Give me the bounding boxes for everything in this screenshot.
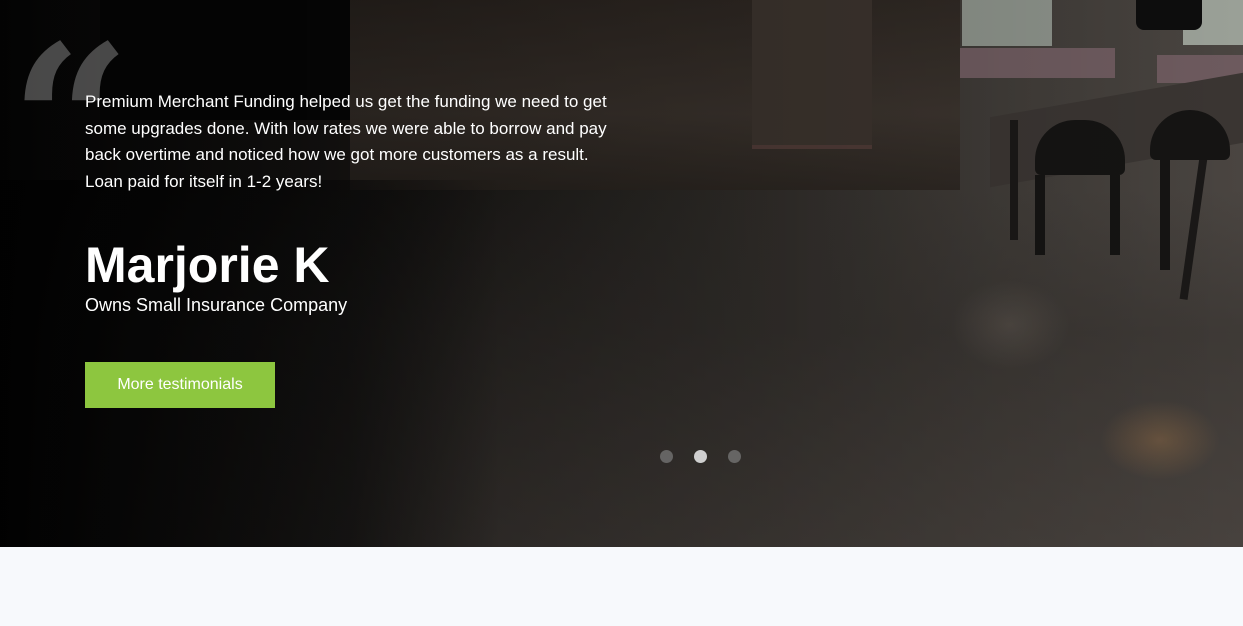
carousel-dot-2[interactable] (694, 450, 707, 463)
testimonial-author-role: Owns Small Insurance Company (85, 295, 348, 315)
testimonial-author-name: Marjorie K (85, 237, 330, 293)
next-section-background (0, 547, 1243, 626)
testimonial-hero: “ Premium Merchant Funding helped us get… (0, 0, 1243, 547)
carousel-dot-3[interactable] (728, 450, 741, 463)
carousel-dot-1[interactable] (660, 450, 673, 463)
carousel-pagination (660, 450, 741, 463)
more-testimonials-button[interactable]: More testimonials (85, 362, 275, 408)
testimonial-quote-text: Premium Merchant Funding helped us get t… (85, 92, 607, 191)
